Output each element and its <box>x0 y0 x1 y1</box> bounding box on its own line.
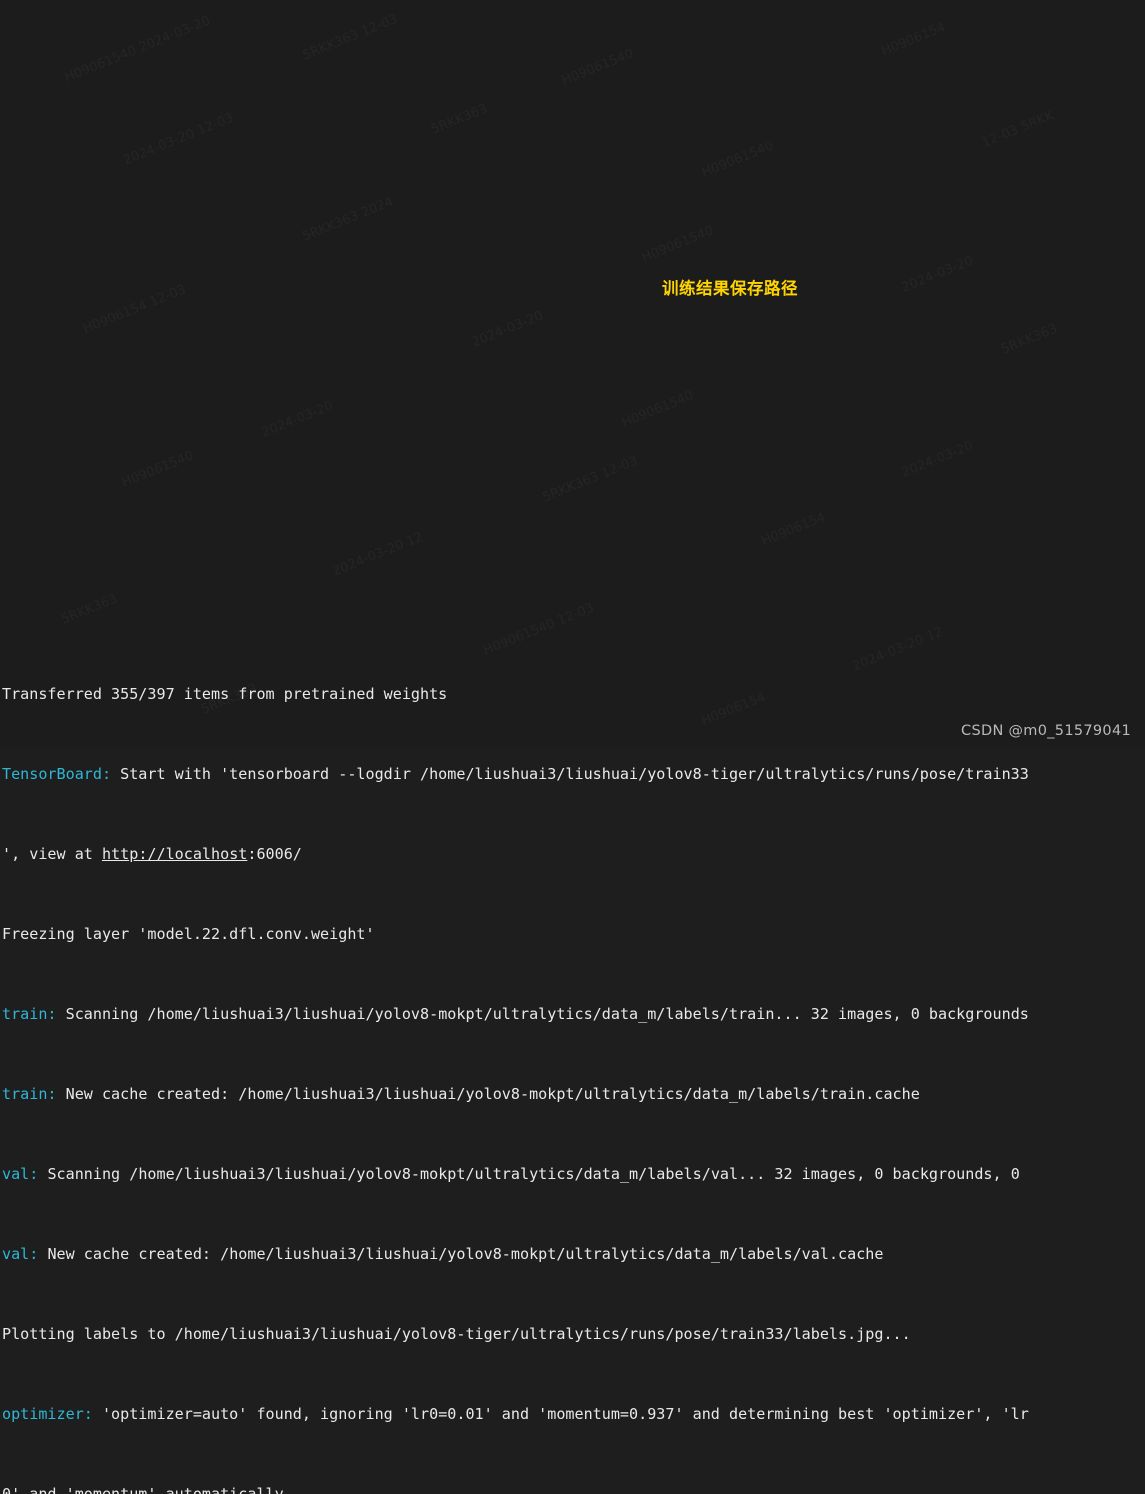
background-watermark: 2024-03-20 <box>469 307 547 354</box>
background-watermark: 5RKK363 <box>428 100 490 141</box>
csdn-watermark: CSDN @m0_51579041 <box>961 723 1131 739</box>
background-watermark: 2024-03-20 12 <box>330 528 427 583</box>
log-prefix-val: val: <box>2 1165 39 1183</box>
log-prefix-val: val: <box>2 1245 39 1263</box>
background-watermark: 2024-03-20 <box>899 437 977 484</box>
background-watermark: H0906154 <box>759 508 829 552</box>
background-watermark: 2024-03-20 12-03 <box>121 109 237 172</box>
log-line-train-scanning: train: Scanning /home/liushuai3/liushuai… <box>2 1005 1029 1023</box>
background-watermark: H09061540 2024-03-20 <box>62 12 214 89</box>
background-watermark: 2024-03-20 <box>259 397 337 444</box>
log-line-transferred: Transferred 355/397 items from pretraine… <box>2 685 448 703</box>
background-watermark: H09061540 <box>559 45 637 92</box>
log-line-optimizer-auto: optimizer: 'optimizer=auto' found, ignor… <box>2 1405 1029 1423</box>
background-watermark: 5RKK363 2024 <box>300 193 397 248</box>
log-line-val-scanning: val: Scanning /home/liushuai3/liushuai/y… <box>2 1165 1020 1183</box>
log-line-val-cache: val: New cache created: /home/liushuai3/… <box>2 1245 884 1263</box>
log-line-tensorboard-url: ', view at http://localhost:6006/ <box>2 845 302 863</box>
background-watermark: H09061540 <box>639 222 717 269</box>
log-prefix-train: train: <box>2 1005 57 1023</box>
log-prefix-train: train: <box>2 1085 57 1103</box>
log-line-train-cache: train: New cache created: /home/liushuai… <box>2 1085 920 1103</box>
tensorboard-url-link[interactable]: http://localhost <box>102 845 247 863</box>
background-watermark: H09061540 <box>699 137 777 184</box>
terminal-window[interactable]: H09061540 2024-03-20 5RKK363 12-03 H0906… <box>0 0 1145 1494</box>
log-prefix-optimizer: optimizer: <box>2 1405 93 1423</box>
results-path-annotation: 训练结果保存路径 <box>662 279 798 298</box>
background-watermark: 2024-03-20 <box>899 252 977 299</box>
background-watermark: H0906154 12-03 <box>80 280 189 340</box>
background-watermark: H0906154 <box>879 18 949 62</box>
background-watermark: H09061540 <box>119 447 197 494</box>
background-watermark: H09061540 <box>619 387 697 434</box>
log-line-optimizer-auto-cont: 0' and 'momentum' automatically... <box>2 1485 311 1494</box>
background-watermark: 12-03 5RKK <box>979 106 1057 153</box>
log-line-freezing: Freezing layer 'model.22.dfl.conv.weight… <box>2 925 375 943</box>
log-line-plotting-labels: Plotting labels to /home/liushuai3/liush… <box>2 1325 911 1343</box>
log-line-tensorboard-start: TensorBoard: Start with 'tensorboard --l… <box>2 765 1029 783</box>
log-prefix-tensorboard: TensorBoard: <box>2 765 112 783</box>
background-watermark: 5RKK363 12-03 <box>300 10 401 66</box>
background-watermark: 5RKK363 12-03 <box>540 452 641 508</box>
background-watermark: 5RKK363 <box>998 320 1060 361</box>
